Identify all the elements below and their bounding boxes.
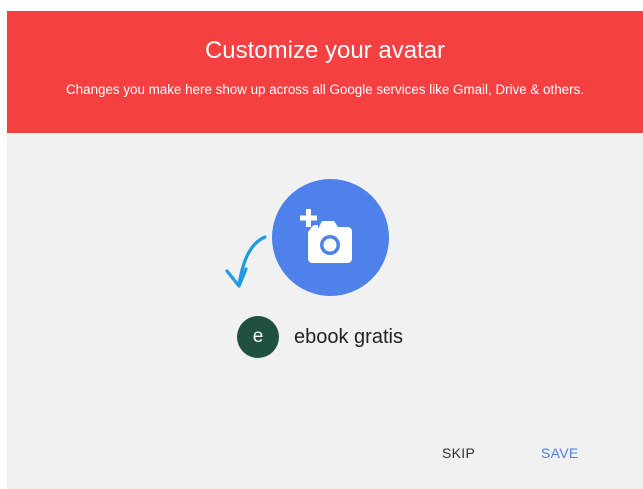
avatar: e [237,316,279,358]
add-photo-camera-icon [300,209,352,263]
skip-button[interactable]: SKIP [436,441,481,465]
dialog-title: Customize your avatar [204,37,446,64]
account-name: ebook gratis [294,325,403,348]
curved-arrow-icon [221,233,269,300]
account-row: e ebook gratis [237,316,403,358]
dialog-header: Customize your avatar Changes you make h… [7,11,643,133]
dialog-subtitle: Changes you make here show up across all… [66,82,584,97]
change-photo-button[interactable] [272,179,389,296]
save-button[interactable]: SAVE [535,441,585,465]
customize-avatar-dialog: Customize your avatar Changes you make h… [7,11,643,489]
